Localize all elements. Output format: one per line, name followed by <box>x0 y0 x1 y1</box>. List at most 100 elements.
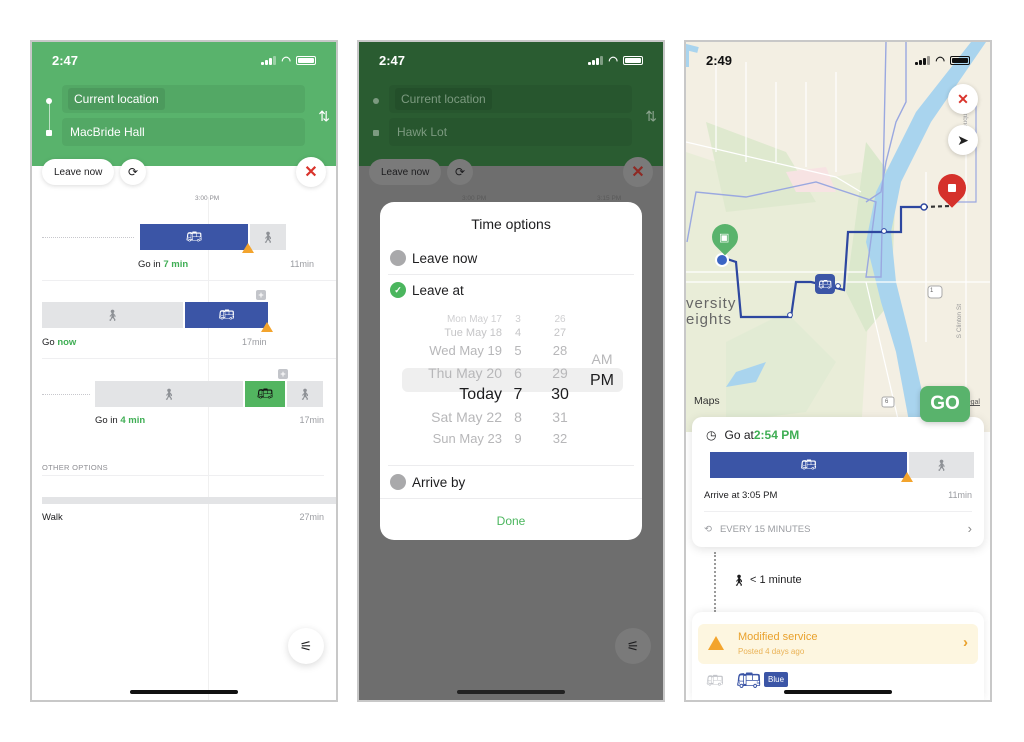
time-option-chip[interactable]: Leave now <box>369 159 442 185</box>
go-at-time: 2:54 PM <box>753 428 800 442</box>
divider <box>704 511 972 512</box>
route-shield: 6 <box>885 399 889 405</box>
bus-icon: 🚌︎ <box>185 229 203 244</box>
wait-dotted-line <box>42 237 134 238</box>
chevron-right-icon: › <box>967 521 972 536</box>
ampm-wheel[interactable]: AM PM <box>584 348 620 392</box>
walk-icon: 🚶︎ <box>261 231 275 244</box>
hour-wheel[interactable]: 3 4 5 6 7 8 9 10 <box>504 314 532 446</box>
picker-item: 32 <box>552 431 568 446</box>
picker-item: Sun May 23 <box>432 431 502 446</box>
destination-field[interactable]: Hawk Lot <box>389 118 632 146</box>
day-wheel[interactable]: Mon May 17 Tue May 18 Wed May 19 Thu May… <box>402 314 502 446</box>
radio-icon <box>390 474 406 490</box>
walk-segment: 🚶︎ <box>95 381 243 407</box>
other-options-heading: OTHER OPTIONS <box>42 463 108 472</box>
option-arrive-by[interactable]: Arrive by <box>390 467 634 497</box>
swap-icon[interactable]: ⇅ <box>645 108 657 125</box>
origin-field[interactable]: Current location <box>62 85 305 113</box>
attribution-text: Maps <box>694 395 720 407</box>
warning-icon <box>242 243 254 253</box>
timeline-gridline <box>208 197 209 700</box>
status-bar: 2:49 ◠ <box>686 42 990 78</box>
trip-summary-card[interactable]: ◷ Go at 2:54 PM 🚌︎ 🚶︎ Arrive at 3:05 PM … <box>692 417 984 547</box>
go-prefix: Go <box>42 337 58 348</box>
swap-icon[interactable]: ⇅ <box>318 108 330 125</box>
close-button[interactable]: ✕ <box>623 157 653 187</box>
screen-time-options: 2:47 ◠ Current location Hawk Lot ⇅ Leave… <box>357 40 665 702</box>
go-in-text: Go now <box>42 337 76 348</box>
street-label: S Clinton St <box>956 304 963 339</box>
map-view[interactable]: ▣ 🚌︎ versity eights N Dubuque St S Clinto… <box>686 42 990 432</box>
refresh-button[interactable]: ⟳ <box>120 159 146 185</box>
timeline-tick: 3:15 PM <box>597 195 622 202</box>
walk-icon: 🚶︎ <box>162 388 176 401</box>
divider <box>388 465 634 466</box>
picker-item-selected: 30 <box>551 386 569 403</box>
close-button[interactable]: ✕ <box>296 157 326 187</box>
service-alert[interactable]: Modified service Posted 4 days ago › <box>698 624 978 664</box>
area-label-line: versity <box>686 295 737 312</box>
route-connector <box>48 102 50 132</box>
frequency-row[interactable]: ⟲ EVERY 15 MINUTES <box>704 524 810 535</box>
close-button[interactable]: ✕ <box>948 84 978 114</box>
minute-wheel[interactable]: 26 27 28 29 30 31 32 33 <box>544 314 576 446</box>
picker-item-selected: Today <box>459 386 502 403</box>
filter-button[interactable]: ⚟ <box>288 628 324 664</box>
origin-field[interactable]: Current location <box>389 85 632 113</box>
sliders-icon: ⚟ <box>299 637 313 654</box>
check-icon: ✓ <box>390 282 406 298</box>
walk-duration: 27min <box>299 512 324 522</box>
home-indicator <box>457 690 565 694</box>
destination-dot-icon <box>373 130 379 136</box>
picker-item: 6 <box>514 365 522 381</box>
go-value: 4 min <box>120 415 146 426</box>
walk-segment: 🚶︎ <box>42 302 183 328</box>
locate-me-button[interactable]: ➤ <box>948 125 978 155</box>
map-area-label: versity eights <box>686 296 736 328</box>
time-option-chip[interactable]: Leave now <box>42 159 115 185</box>
picker-item: 26 <box>554 314 566 325</box>
go-at-prefix: Go at <box>724 428 754 442</box>
status-time: 2:47 <box>379 52 406 68</box>
chevron-right-icon: › <box>963 634 968 651</box>
picker-item: 9 <box>514 431 522 446</box>
route-badge: Blue <box>764 672 789 687</box>
maps-attribution: Maps <box>694 395 720 407</box>
bus-icon: 🚌︎ <box>256 386 274 401</box>
divider <box>42 358 336 359</box>
destination-field[interactable]: MacBride Hall <box>62 118 305 146</box>
clock-icon: ◷ <box>706 428 717 442</box>
warning-icon <box>261 322 273 332</box>
picker-item: 29 <box>552 365 568 381</box>
picker-item: 3 <box>515 314 521 325</box>
option-label: Leave now <box>412 250 478 266</box>
picker-item: Sat May 22 <box>431 409 502 425</box>
picker-item: 8 <box>514 409 522 425</box>
arrive-time: Arrive at 3:05 PM <box>704 490 778 501</box>
origin-text: Current location <box>395 88 492 110</box>
option-leave-at[interactable]: ✓ Leave at <box>390 275 634 305</box>
bus-segment: 🚌︎ <box>710 452 907 478</box>
expand-plus-icon: + <box>278 369 288 379</box>
close-icon: ✕ <box>631 164 645 181</box>
refresh-icon: ⟳ <box>127 165 139 179</box>
picker-item: 4 <box>514 327 522 339</box>
origin-text: Current location <box>68 88 165 110</box>
trip-duration: 11min <box>290 259 314 269</box>
done-button[interactable]: Done <box>380 514 642 528</box>
bus-icon: 🚌︎ <box>800 457 817 472</box>
trip-duration: 11min <box>948 490 972 500</box>
go-button[interactable]: GO <box>920 386 970 422</box>
wifi-icon: ◠ <box>935 54 945 67</box>
go-in-text: Go in 7 min <box>138 259 188 270</box>
walk-step-text: < 1 minute <box>749 574 802 586</box>
walk-segment: 🚶︎ <box>250 224 286 250</box>
bus-segment: 🚌︎ <box>185 302 268 328</box>
signal-icon <box>915 55 931 65</box>
filter-button[interactable]: ⚟ <box>615 628 651 664</box>
bus-stop-marker-icon[interactable]: 🚌︎ <box>815 274 835 294</box>
refresh-button[interactable]: ⟳ <box>447 159 473 185</box>
trip-duration: 17min <box>242 337 267 347</box>
option-leave-now[interactable]: Leave now <box>390 243 634 273</box>
